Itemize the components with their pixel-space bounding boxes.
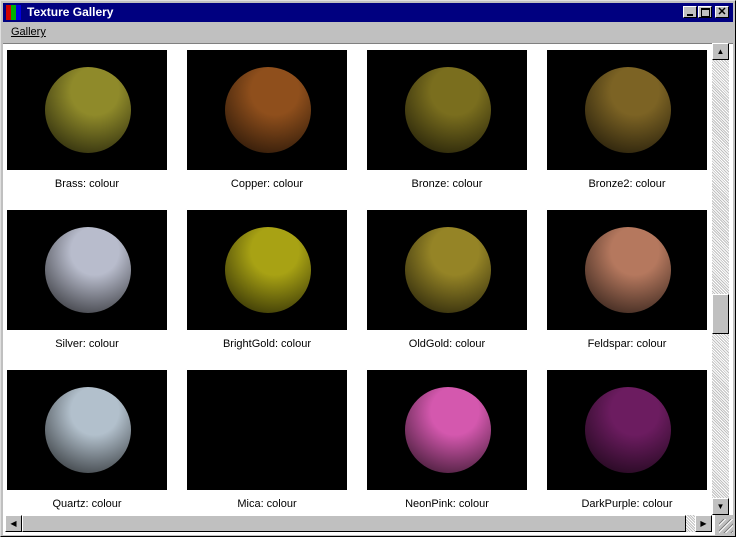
maximize-button[interactable] [698, 6, 712, 18]
scroll-up-button[interactable]: ▲ [712, 43, 729, 60]
texture-label: Copper: colour [230, 178, 304, 190]
sphere-render [45, 227, 131, 313]
menu-bar: Gallery [3, 23, 733, 42]
close-button[interactable]: ✕ [715, 6, 729, 18]
texture-tile[interactable]: Quartz: colour [7, 370, 167, 525]
texture-tile[interactable]: DarkPurple: colour [547, 370, 707, 525]
arrow-up-icon: ▲ [716, 47, 725, 56]
sphere-render [45, 67, 131, 153]
texture-label: NeonPink: colour [405, 498, 489, 510]
sphere-render [405, 387, 491, 473]
texture-preview [7, 210, 167, 330]
texture-preview [367, 210, 527, 330]
arrow-right-icon: ▶ [700, 519, 707, 528]
texture-preview [547, 210, 707, 330]
title-bar[interactable]: Texture Gallery ✕ [3, 3, 733, 22]
texture-label: BrightGold: colour [222, 338, 312, 350]
horizontal-scroll-thumb[interactable] [22, 515, 686, 532]
close-icon: ✕ [717, 6, 727, 18]
texture-label: Silver: colour [55, 338, 119, 350]
texture-label: Quartz: colour [52, 498, 122, 510]
texture-tile[interactable]: Feldspar: colour [547, 210, 707, 365]
window-title: Texture Gallery [27, 5, 114, 19]
sphere-render [405, 67, 491, 153]
texture-label: DarkPurple: colour [581, 498, 673, 510]
minimize-icon [687, 14, 693, 16]
sphere-render [225, 227, 311, 313]
texture-label: Bronze: colour [411, 178, 483, 190]
scroll-left-button[interactable]: ◀ [5, 515, 22, 532]
sphere-render [585, 387, 671, 473]
texture-tile[interactable]: NeonPink: colour [367, 370, 527, 525]
texture-preview [547, 50, 707, 170]
texture-preview [7, 370, 167, 490]
texture-label: Bronze2: colour [588, 178, 666, 190]
sphere-render [585, 227, 671, 313]
texture-tile[interactable]: Brass: colour [7, 50, 167, 205]
vertical-scrollbar[interactable]: ▲ ▼ [712, 43, 729, 515]
texture-tile[interactable]: OldGold: colour [367, 210, 527, 365]
texture-tile[interactable]: Mica: colour [187, 370, 347, 525]
texture-tile[interactable]: Bronze: colour [367, 50, 527, 205]
gallery-view: Brass: colour Copper: colour Bronze: col… [3, 43, 733, 535]
scroll-right-button[interactable]: ▶ [695, 515, 712, 532]
texture-tile[interactable]: Silver: colour [7, 210, 167, 365]
texture-label: OldGold: colour [408, 338, 486, 350]
arrow-down-icon: ▼ [716, 502, 725, 511]
texture-label: Brass: colour [54, 178, 120, 190]
horizontal-scrollbar[interactable]: ◀ ▶ [5, 515, 712, 532]
texture-gallery-window: Texture Gallery ✕ Gallery Brass: colour … [0, 0, 736, 537]
texture-tile[interactable]: Bronze2: colour [547, 50, 707, 205]
vertical-scroll-thumb[interactable] [712, 294, 729, 334]
texture-preview [187, 50, 347, 170]
sphere-render [225, 67, 311, 153]
app-icon [6, 5, 21, 20]
texture-label: Feldspar: colour [587, 338, 667, 350]
menu-gallery[interactable]: Gallery [11, 26, 46, 38]
texture-preview [187, 370, 347, 490]
texture-preview [547, 370, 707, 490]
sphere-render [405, 227, 491, 313]
scroll-down-button[interactable]: ▼ [712, 498, 729, 515]
arrow-left-icon: ◀ [10, 519, 17, 528]
texture-preview [367, 50, 527, 170]
texture-tile[interactable]: Copper: colour [187, 50, 347, 205]
texture-label: Mica: colour [237, 498, 297, 510]
texture-tile[interactable]: BrightGold: colour [187, 210, 347, 365]
sphere-render [45, 387, 131, 473]
resize-grip-icon [719, 519, 733, 533]
texture-preview [367, 370, 527, 490]
resize-grip[interactable] [715, 515, 735, 535]
maximize-icon [700, 7, 710, 17]
texture-preview [187, 210, 347, 330]
minimize-button[interactable] [683, 6, 697, 18]
texture-preview [7, 50, 167, 170]
sphere-render [585, 67, 671, 153]
